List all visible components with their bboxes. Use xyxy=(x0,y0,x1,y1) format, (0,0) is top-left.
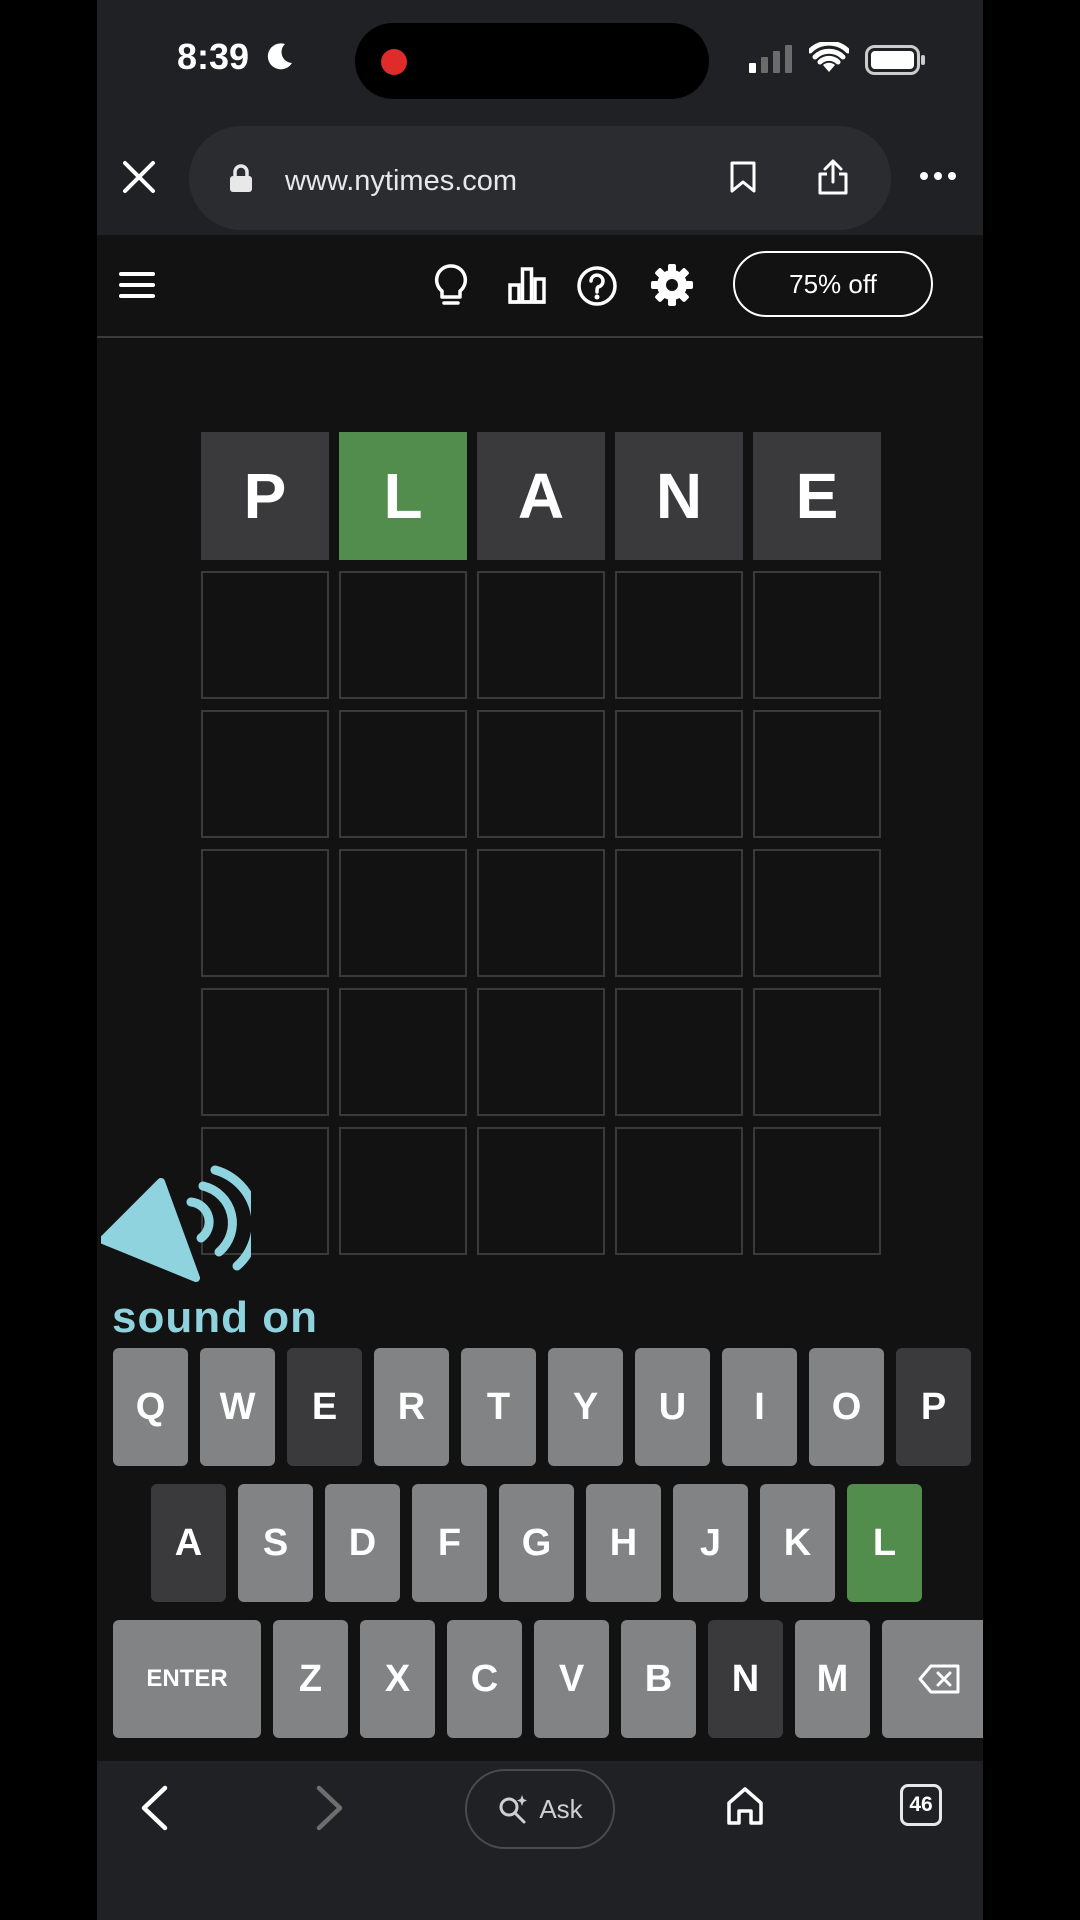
key-k[interactable]: K xyxy=(760,1484,835,1602)
forward-arrow-icon[interactable] xyxy=(315,1785,345,1831)
key-e[interactable]: E xyxy=(287,1348,362,1466)
bookmark-icon[interactable] xyxy=(729,160,757,194)
board-tile xyxy=(753,710,881,838)
tab-switcher-button[interactable]: 46 xyxy=(900,1784,942,1826)
status-bar: 8:39 xyxy=(97,0,983,120)
key-d[interactable]: D xyxy=(325,1484,400,1602)
phone-screen: 8:39 www.nytimes.com 75% off PLANE sound… xyxy=(97,0,983,1920)
board-tile xyxy=(339,849,467,977)
board-tile xyxy=(477,988,605,1116)
board-tile xyxy=(339,1127,467,1255)
keyboard-row-1: QWERTYUIOP xyxy=(113,1348,971,1466)
dynamic-island xyxy=(355,23,709,99)
key-r[interactable]: R xyxy=(374,1348,449,1466)
board-tile xyxy=(477,849,605,977)
board-tile xyxy=(201,849,329,977)
backspace-key[interactable] xyxy=(882,1620,983,1738)
key-z[interactable]: Z xyxy=(273,1620,348,1738)
board-tile xyxy=(753,849,881,977)
board-tile xyxy=(477,1127,605,1255)
board-tile xyxy=(753,1127,881,1255)
speaker-icon xyxy=(101,1165,251,1282)
board-tile xyxy=(201,571,329,699)
help-icon[interactable] xyxy=(576,265,618,307)
key-u[interactable]: U xyxy=(635,1348,710,1466)
key-p[interactable]: P xyxy=(896,1348,971,1466)
key-w[interactable]: W xyxy=(200,1348,275,1466)
board-tile xyxy=(615,1127,743,1255)
key-n[interactable]: N xyxy=(708,1620,783,1738)
key-q[interactable]: Q xyxy=(113,1348,188,1466)
key-g[interactable]: G xyxy=(499,1484,574,1602)
browser-url-bar: www.nytimes.com xyxy=(97,120,983,235)
battery-icon xyxy=(865,45,925,75)
statistics-icon[interactable] xyxy=(506,265,548,305)
key-s[interactable]: S xyxy=(238,1484,313,1602)
board-tile xyxy=(753,571,881,699)
enter-key[interactable]: ENTER xyxy=(113,1620,261,1738)
board-tile xyxy=(339,710,467,838)
ask-label: Ask xyxy=(539,1793,583,1824)
share-icon[interactable] xyxy=(817,158,849,196)
key-f[interactable]: F xyxy=(412,1484,487,1602)
more-options-icon[interactable] xyxy=(919,171,957,181)
board-tile xyxy=(615,849,743,977)
wifi-icon xyxy=(809,42,849,72)
key-a[interactable]: A xyxy=(151,1484,226,1602)
board-tile xyxy=(339,988,467,1116)
board-tile xyxy=(339,571,467,699)
sound-on-label: sound on xyxy=(112,1293,318,1342)
close-icon[interactable] xyxy=(121,159,157,195)
key-m[interactable]: M xyxy=(795,1620,870,1738)
game-board: PLANE xyxy=(201,432,881,1255)
board-tile xyxy=(477,571,605,699)
ask-button[interactable]: Ask xyxy=(465,1769,615,1849)
board-tile: A xyxy=(477,432,605,560)
game-header: 75% off xyxy=(97,235,983,338)
status-time: 8:39 xyxy=(177,36,250,77)
board-tile: P xyxy=(201,432,329,560)
board-tile: N xyxy=(615,432,743,560)
gear-icon[interactable] xyxy=(650,263,694,307)
menu-icon[interactable] xyxy=(119,271,155,299)
url-text: www.nytimes.com xyxy=(285,165,518,197)
board-tile: L xyxy=(339,432,467,560)
lightbulb-icon[interactable] xyxy=(433,263,469,309)
board-tile xyxy=(201,710,329,838)
address-field[interactable]: www.nytimes.com xyxy=(189,126,891,230)
board-tile xyxy=(477,710,605,838)
key-o[interactable]: O xyxy=(809,1348,884,1466)
key-c[interactable]: C xyxy=(447,1620,522,1738)
board-tile xyxy=(753,988,881,1116)
board-tile xyxy=(201,988,329,1116)
key-b[interactable]: B xyxy=(621,1620,696,1738)
keyboard-row-2: ASDFGHJKL xyxy=(151,1484,922,1602)
browser-bottom-bar: Ask 46 xyxy=(97,1761,983,1920)
board-tile xyxy=(615,571,743,699)
backspace-icon xyxy=(918,1664,960,1694)
ask-sparkle-search-icon xyxy=(499,1795,528,1824)
key-t[interactable]: T xyxy=(461,1348,536,1466)
key-j[interactable]: J xyxy=(673,1484,748,1602)
key-v[interactable]: V xyxy=(534,1620,609,1738)
board-tile: E xyxy=(753,432,881,560)
board-tile xyxy=(615,710,743,838)
home-icon[interactable] xyxy=(725,1785,765,1827)
board-tile xyxy=(615,988,743,1116)
keyboard-row-3: ENTER ZXCVBNM xyxy=(113,1620,983,1738)
key-i[interactable]: I xyxy=(722,1348,797,1466)
subscribe-offer-button[interactable]: 75% off xyxy=(733,251,933,317)
key-x[interactable]: X xyxy=(360,1620,435,1738)
key-y[interactable]: Y xyxy=(548,1348,623,1466)
back-arrow-icon[interactable] xyxy=(139,1785,169,1831)
recording-dot xyxy=(381,49,407,75)
moon-icon xyxy=(267,43,292,70)
key-l[interactable]: L xyxy=(847,1484,922,1602)
lock-icon xyxy=(230,164,252,192)
key-h[interactable]: H xyxy=(586,1484,661,1602)
signal-icon xyxy=(749,45,792,73)
